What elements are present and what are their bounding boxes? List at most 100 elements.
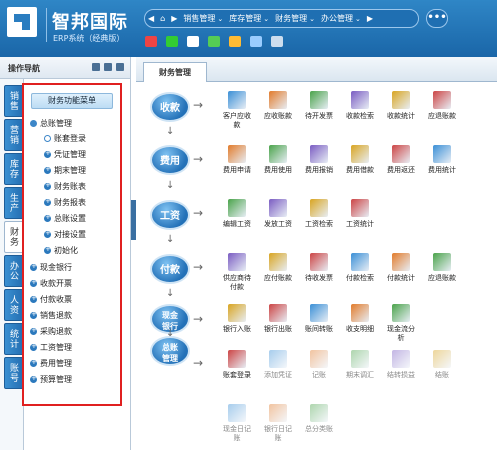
tree-item-payments[interactable]: 付款收票 [30,294,72,305]
vtab-stats[interactable]: 统计 [4,323,23,355]
tree-item-expense[interactable]: 费用管理 [30,358,72,369]
nav-finance[interactable]: 财务管理 ⌄ [272,10,318,27]
shortcut-general-ledger[interactable]: 总分类账 [302,404,336,434]
shortcut-expense-reimburse[interactable]: 费用报销 [302,145,336,175]
list-icon[interactable] [92,63,100,71]
vtab-sales[interactable]: 销售 [4,85,23,117]
shortcut-expense-return[interactable]: 费用返还 [384,145,418,175]
search-icon[interactable] [104,63,112,71]
tree-item-voucher[interactable]: 凭证管理 [44,149,86,160]
tree-item-sales-refund[interactable]: 销售退款 [30,310,72,321]
shortcut-invoice-pending[interactable]: 待开发票 [302,91,336,121]
shortcut-label: 费用使用 [264,166,292,174]
vtab-office[interactable]: 办公 [4,255,23,287]
tree-item-budget[interactable]: 预算管理 [30,374,72,385]
shortcut-supplier-payable[interactable]: 供应商待付款 [220,253,254,292]
shortcut-expense-use[interactable]: 费用使用 [261,145,295,175]
shortcut-customer-receivable[interactable]: 客户应收款 [220,91,254,130]
tree-item-integration[interactable]: 对接设置 [44,229,86,240]
tree-item-ledger-login[interactable]: 账套登录 [44,133,86,144]
shortcut-pay-salary[interactable]: 发放工资 [261,199,295,229]
vtab-finance[interactable]: 财务 [4,221,23,253]
tree-item-receipts[interactable]: 收款开票 [30,278,72,289]
shortcut-edit-salary[interactable]: 编辑工资 [220,199,254,229]
tree-item-ledger-settings[interactable]: 总账设置 [44,213,86,224]
chat-icon[interactable] [229,36,241,47]
nav-sales[interactable]: 销售管理 ⌄ [180,10,226,27]
shortcut-label: 待收发票 [305,274,333,282]
category-salary[interactable]: 工资 [150,200,190,230]
phone-icon[interactable] [166,36,178,47]
menu-header-button[interactable]: 财务功能菜单 [31,93,113,109]
shortcut-payment-search[interactable]: 付款检索 [343,253,377,283]
tree-item-init[interactable]: 初始化 [44,245,78,256]
tree-item-purchase-refund[interactable]: 采购退款 [30,326,72,337]
message-icon[interactable] [187,36,199,47]
shortcut-receivable[interactable]: 应收账款 [261,91,295,121]
nav-office[interactable]: 办公管理 ⌄ [318,10,364,27]
home-icon[interactable]: ⌂ [157,10,168,27]
transfer-icon [310,304,328,322]
tree-item-salary[interactable]: 工资管理 [30,342,72,353]
calendar-icon[interactable] [271,36,283,47]
shortcut-payable[interactable]: 应付账款 [261,253,295,283]
vtab-production[interactable]: 生产 [4,187,23,219]
shortcut-period-exchange[interactable]: 期末调汇 [343,350,377,380]
user-icon[interactable] [116,63,124,71]
tree-item-ledgers[interactable]: 财务账表 [44,181,86,192]
shortcut-closing[interactable]: 结账 [425,350,459,380]
shortcut-expense-stats[interactable]: 费用统计 [425,145,459,175]
shortcut-transfer[interactable]: 账间转账 [302,304,336,334]
shortcut-add-voucher[interactable]: 添加凭证 [261,350,295,380]
app-subtitle: ERP系统（经典版） [53,34,125,43]
mail-icon[interactable] [208,36,220,47]
shortcut-expense-loan[interactable]: 费用借款 [343,145,377,175]
shortcut-bookkeeping[interactable]: 记账 [302,350,336,380]
shortcut-label: 银行日记账 [264,425,292,442]
shortcut-refund-payable[interactable]: 应退账款 [425,91,459,121]
nav-forward-icon[interactable]: ▶ [168,10,180,27]
shortcut-receipt-search[interactable]: 收款检索 [343,91,377,121]
shortcut-carry-forward[interactable]: 结转损益 [384,350,418,380]
shortcut-bank-deposit[interactable]: 银行入账 [220,304,254,334]
expand-icon [30,326,37,335]
module-tabs: 销售 营销 库存 生产 财务 办公 人资 统计 账号 [0,79,24,450]
vtab-hr[interactable]: 人资 [4,289,23,321]
shortcut-salary-search[interactable]: 工资检索 [302,199,336,229]
tab-finance[interactable]: 财务管理 [143,62,207,82]
apps-icon[interactable] [250,36,262,47]
category-payments[interactable]: 付款 [150,254,190,284]
logo-icon [7,7,37,37]
shortcut-bank-withdraw[interactable]: 银行出账 [261,304,295,334]
shortcut-cash-journal[interactable]: 现金日记账 [220,404,254,443]
shortcut-refund-receivable[interactable]: 应退账款 [425,253,459,283]
tab-bar: 财务管理 [136,57,497,82]
shortcut-ledger-login[interactable]: 账套登录 [220,350,254,380]
tree-item-general-ledger[interactable]: 总账管理 [30,118,72,129]
vtab-account[interactable]: 账号 [4,357,23,389]
shortcut-expense-apply[interactable]: 费用申请 [220,145,254,175]
shortcut-cashflow[interactable]: 现金流分析 [384,304,418,343]
shortcut-income-expense[interactable]: 收支明细 [343,304,377,334]
category-receipts[interactable]: 收款 [150,92,190,122]
tree-item-cash-bank[interactable]: 现金银行 [30,262,72,273]
tree-item-reports[interactable]: 财务报表 [44,197,86,208]
receivable-icon [269,91,287,109]
category-general-ledger[interactable]: 总账 管理 [150,336,190,366]
category-expense[interactable]: 费用 [150,145,190,175]
shortcut-label: 编辑工资 [223,220,251,228]
vtab-inventory[interactable]: 库存 [4,153,23,185]
shortcut-payment-stats[interactable]: 付款统计 [384,253,418,283]
flag-icon[interactable] [145,36,157,47]
shortcut-bank-journal[interactable]: 银行日记账 [261,404,295,443]
shortcut-invoice-receive[interactable]: 待收发票 [302,253,336,283]
shortcut-salary-stats[interactable]: 工资统计 [343,199,377,229]
expense-reimburse-icon [310,145,328,163]
nav-inventory[interactable]: 库存管理 ⌄ [226,10,272,27]
tree-item-period-end[interactable]: 期末管理 [44,165,86,176]
vtab-marketing[interactable]: 营销 [4,119,23,151]
nav-back-icon[interactable]: ◀ [145,10,157,27]
more-button[interactable]: ••• [426,9,448,28]
shortcut-receipt-stats[interactable]: 收款统计 [384,91,418,121]
nav-next-icon[interactable]: ▶ [364,10,376,27]
